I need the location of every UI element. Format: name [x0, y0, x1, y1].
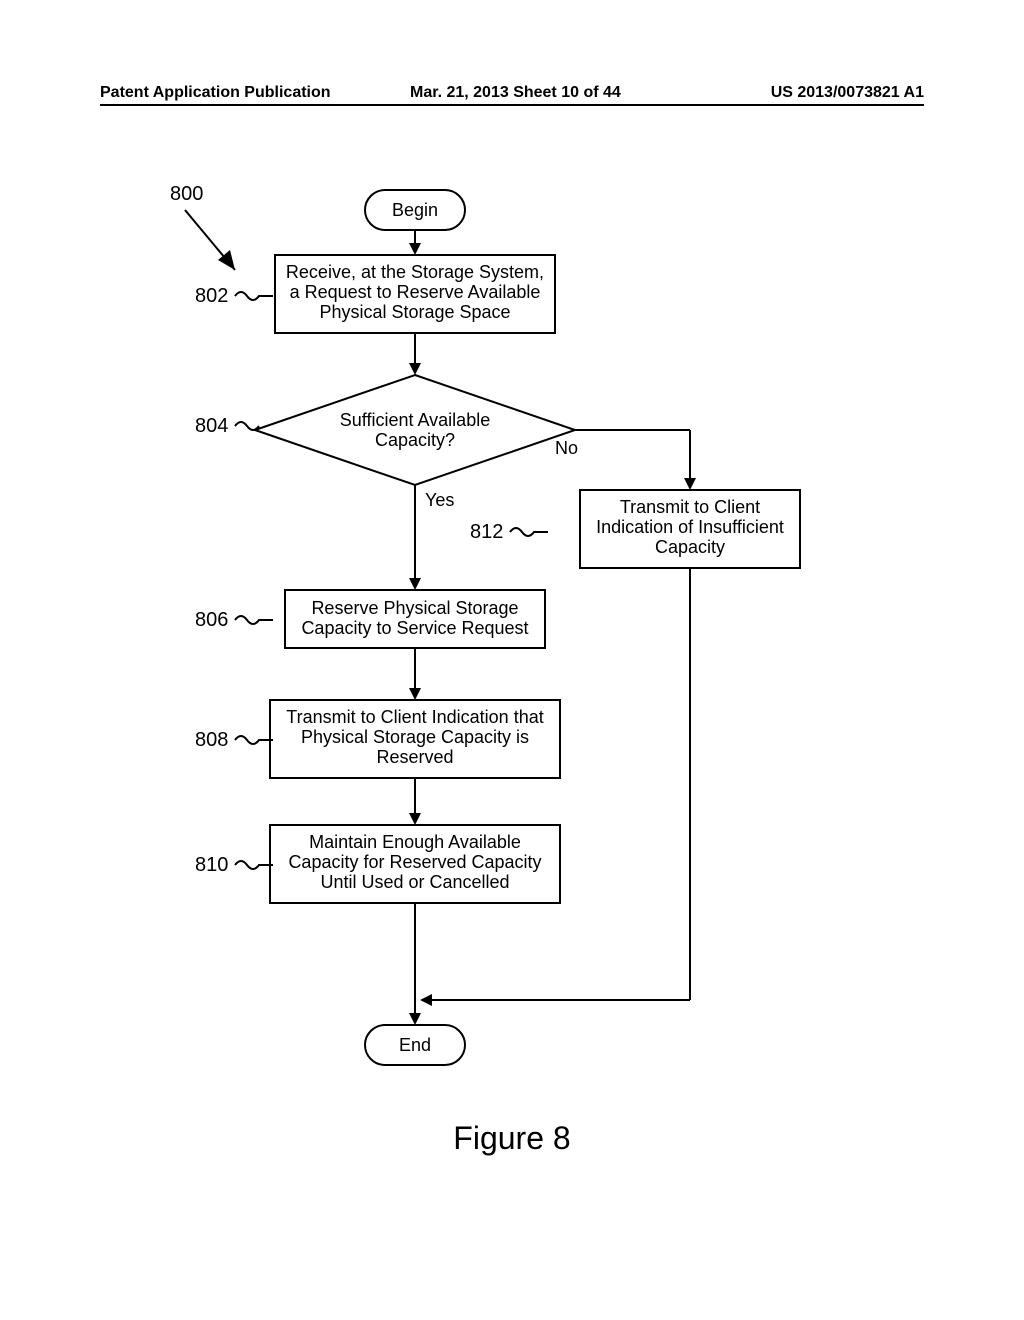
header-left: Patent Application Publication — [100, 84, 331, 102]
squiggle-802 — [235, 292, 273, 300]
flowchart: 800 Begin Receive, at the Storage System… — [0, 130, 1024, 1090]
ref-800: 800 — [170, 183, 203, 205]
squiggle-808 — [235, 736, 273, 744]
squiggle-812 — [510, 528, 548, 536]
ref-802: 802 — [195, 285, 228, 307]
step-806-l1: Reserve Physical Storage — [311, 598, 518, 618]
branch-no: No — [555, 438, 578, 458]
step-812-l1: Transmit to Client — [620, 497, 760, 517]
branch-yes: Yes — [425, 490, 454, 510]
step-802-l2: a Request to Reserve Available — [290, 282, 541, 302]
ref-808: 808 — [195, 729, 228, 751]
step-810-l3: Until Used or Cancelled — [320, 872, 509, 892]
step-806-l2: Capacity to Service Request — [301, 618, 528, 638]
step-808-l3: Reserved — [376, 747, 453, 767]
ref-804: 804 — [195, 415, 228, 437]
dec-804-l2: Capacity? — [375, 430, 455, 450]
header-rule — [100, 104, 924, 106]
dec-804-l1: Sufficient Available — [340, 410, 490, 430]
step-802-l3: Physical Storage Space — [319, 302, 510, 322]
squiggle-804 — [235, 422, 259, 430]
header-center: Mar. 21, 2013 Sheet 10 of 44 — [410, 84, 621, 102]
step-808-l1: Transmit to Client Indication that — [286, 707, 543, 727]
step-810-l2: Capacity for Reserved Capacity — [288, 852, 541, 872]
begin-label: Begin — [392, 200, 438, 220]
ref-806: 806 — [195, 609, 228, 631]
squiggle-810 — [235, 861, 273, 869]
figure-caption: Figure 8 — [0, 1120, 1024, 1157]
step-810-l1: Maintain Enough Available — [309, 832, 521, 852]
header-right: US 2013/0073821 A1 — [771, 84, 924, 102]
step-812-l2: Indication of Insufficient — [596, 517, 784, 537]
step-808-l2: Physical Storage Capacity is — [301, 727, 529, 747]
ref-812: 812 — [470, 521, 503, 543]
step-802-l1: Receive, at the Storage System, — [286, 262, 544, 282]
squiggle-806 — [235, 616, 273, 624]
step-812-l3: Capacity — [655, 537, 725, 557]
ref-810: 810 — [195, 854, 228, 876]
end-label: End — [399, 1035, 431, 1055]
